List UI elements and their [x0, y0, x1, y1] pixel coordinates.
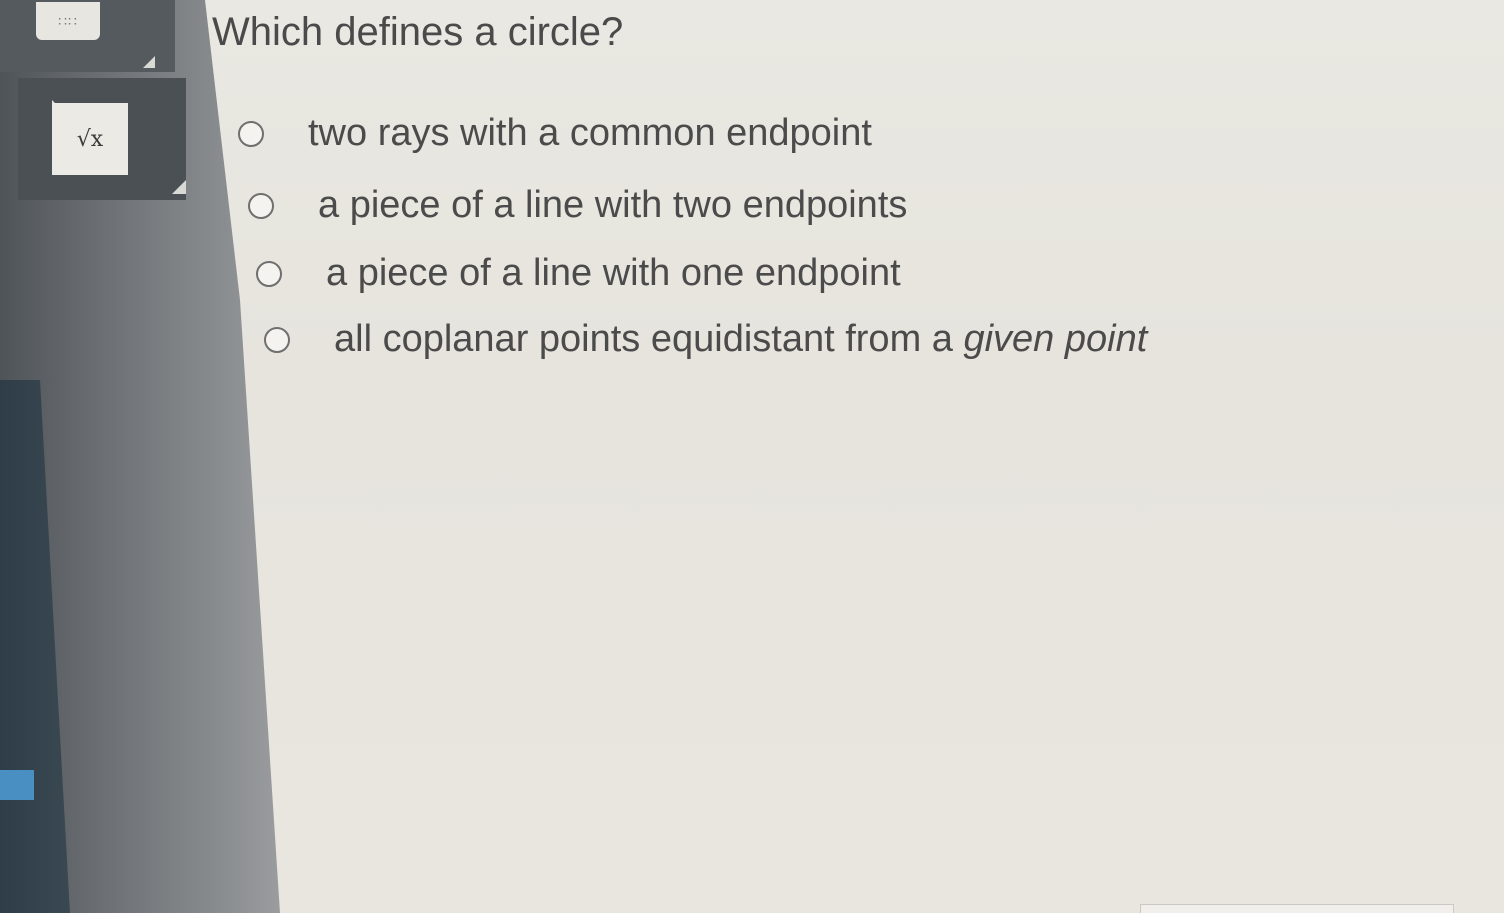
square-root-tool[interactable]: √x	[18, 78, 186, 200]
option-label-prefix: all coplanar points equidistant from a	[334, 318, 964, 360]
answer-option-3[interactable]: a piece of a line with one endpoint	[256, 252, 901, 295]
radio-button[interactable]	[238, 120, 264, 147]
radio-button[interactable]	[264, 326, 290, 353]
expand-corner-icon	[143, 56, 155, 68]
option-label-italic: given point	[963, 318, 1148, 360]
question-panel: Which defines a circle? two rays with a …	[212, 0, 1472, 913]
radio-button[interactable]	[248, 192, 274, 219]
option-label: a piece of a line with two endpoints	[318, 184, 908, 226]
square-root-icon[interactable]: √x	[52, 103, 128, 175]
answer-option-1[interactable]: two rays with a common endpoint	[238, 112, 872, 155]
sidebar-accent	[0, 770, 34, 800]
option-label: a piece of a line with one endpoint	[326, 252, 901, 294]
answer-option-2[interactable]: a piece of a line with two endpoints	[248, 184, 907, 227]
option-label: all coplanar points equidistant from a g…	[334, 318, 1147, 361]
question-text: Which defines a circle?	[212, 10, 624, 54]
keypad-tool[interactable]: ∷∷	[0, 0, 175, 72]
option-label: two rays with a common endpoint	[308, 112, 872, 154]
radio-button[interactable]	[256, 260, 282, 287]
bottom-button-edge[interactable]	[1140, 904, 1454, 913]
expand-corner-icon	[172, 180, 186, 194]
answer-option-4[interactable]: all coplanar points equidistant from a g…	[264, 318, 1147, 361]
screen: ∷∷ √x Which defines a circle? two rays w…	[0, 0, 1504, 913]
keypad-icon[interactable]: ∷∷	[36, 2, 100, 40]
